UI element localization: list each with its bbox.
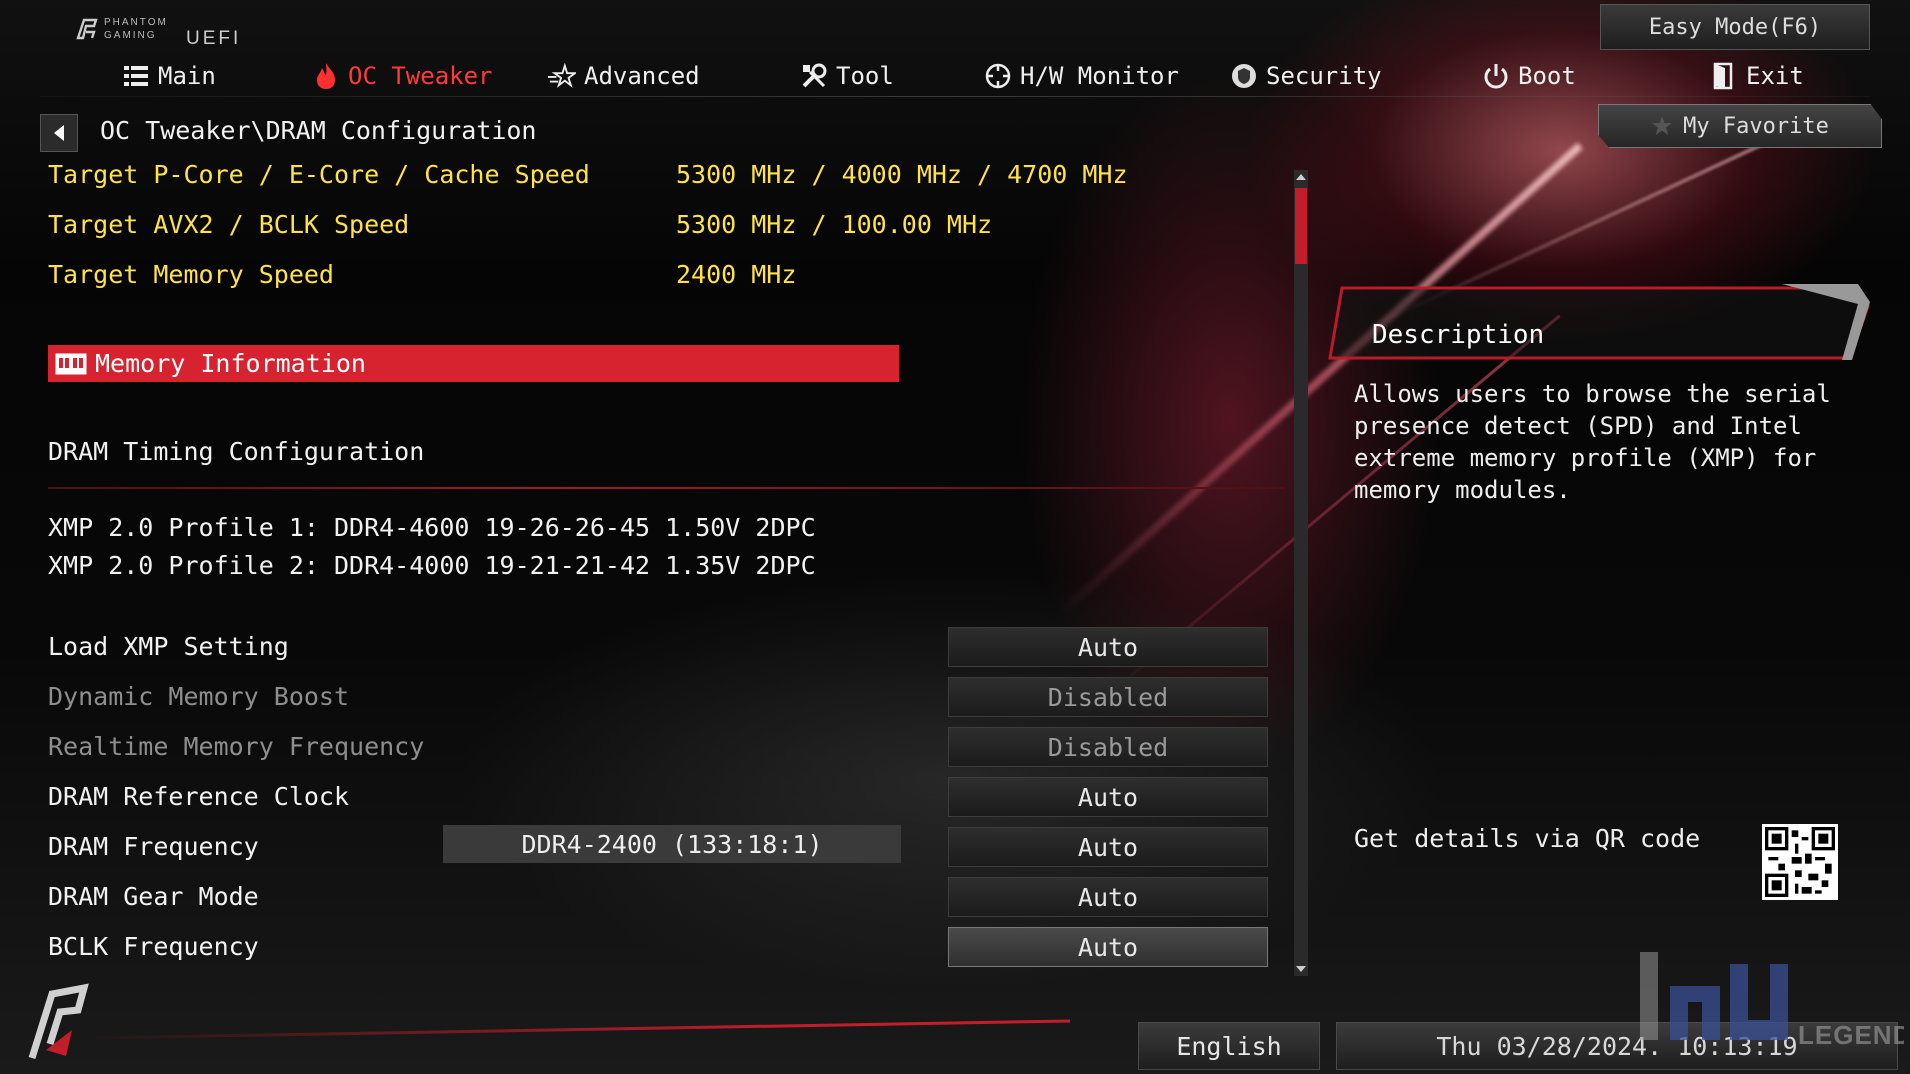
tab-divider [40, 96, 1870, 97]
crosshair-icon [984, 62, 1012, 90]
tab-label: Exit [1746, 62, 1804, 90]
load-xmp-setting-dropdown[interactable]: Auto [948, 627, 1268, 667]
star-icon [1652, 116, 1673, 135]
qr-code [1762, 824, 1838, 900]
memory-information-label: Memory Information [95, 349, 366, 378]
scroll-up-arrow-icon[interactable] [1294, 170, 1308, 184]
tab-label: Advanced [584, 62, 700, 90]
realtime-memory-frequency-dropdown[interactable]: Disabled [948, 727, 1268, 767]
tab-exit[interactable]: Exit [1710, 54, 1804, 98]
breadcrumb: OC Tweaker\DRAM Configuration [100, 116, 537, 145]
tab-label: Tool [836, 62, 894, 90]
bclk-frequency-dropdown[interactable]: Auto [948, 927, 1268, 967]
qr-code-caption: Get details via QR code [1354, 824, 1701, 853]
setting-label: DRAM Gear Mode [48, 882, 259, 911]
accent-line [90, 1019, 1070, 1040]
xmp-profile-1: XMP 2.0 Profile 1: DDR4-4600 19-26-26-45… [48, 513, 816, 542]
dram-frequency-info: DDR4-2400 (133:18:1) [443, 825, 901, 863]
date-time-display: Thu 03/28/2024. 10:13:19 [1336, 1022, 1898, 1070]
tab-hw-monitor[interactable]: H/W Monitor [984, 54, 1179, 98]
tab-advanced[interactable]: Advanced [548, 54, 700, 98]
setting-label: DRAM Frequency [48, 832, 259, 861]
description-title: Description [1372, 320, 1545, 350]
my-favorite-label: My Favorite [1683, 113, 1829, 139]
main-tabs: Main OC Tweaker Advanced Tool H/W Monito… [0, 54, 1910, 98]
setting-label: Realtime Memory Frequency [48, 732, 425, 761]
brand-line1: PHANTOM [104, 17, 168, 28]
tab-tool[interactable]: Tool [800, 54, 894, 98]
dram-timing-configuration-item[interactable]: DRAM Timing Configuration [48, 437, 424, 466]
target-value: 2400 MHz [676, 260, 797, 289]
list-icon [122, 62, 150, 90]
tab-label: OC Tweaker [348, 62, 493, 90]
phantom-gaming-logo-icon [76, 18, 98, 40]
back-arrow-icon [54, 125, 64, 141]
tab-label: Main [158, 62, 216, 90]
target-value: 5300 MHz / 100.00 MHz [676, 210, 993, 239]
phantom-gaming-logo: PHANTOM GAMING UEFI [74, 14, 254, 49]
brand-line2: GAMING [104, 30, 157, 41]
flame-icon [312, 62, 340, 90]
uefi-label: UEFI [186, 28, 242, 49]
tools-icon [800, 62, 828, 90]
section-divider [48, 487, 1285, 489]
language-button[interactable]: English [1138, 1022, 1320, 1070]
dram-frequency-dropdown[interactable]: Auto [948, 827, 1268, 867]
setting-label: BCLK Frequency [48, 932, 259, 961]
setting-label: DRAM Reference Clock [48, 782, 350, 811]
memory-information-item[interactable]: Memory Information [48, 345, 899, 382]
phantom-gaming-emblem-icon [28, 983, 89, 1060]
dynamic-memory-boost-dropdown[interactable]: Disabled [948, 677, 1268, 717]
tab-oc-tweaker[interactable]: OC Tweaker [312, 54, 493, 98]
tab-main[interactable]: Main [122, 54, 216, 98]
scrollbar[interactable] [1294, 170, 1308, 976]
tab-label: Boot [1518, 62, 1576, 90]
target-label: Target P-Core / E-Core / Cache Speed [48, 160, 590, 189]
back-button[interactable] [40, 114, 78, 152]
exit-door-icon [1710, 62, 1738, 90]
my-favorite-button[interactable]: My Favorite [1598, 104, 1882, 148]
easy-mode-button[interactable]: Easy Mode(F6) [1600, 4, 1870, 50]
target-label: Target Memory Speed [48, 260, 334, 289]
setting-label: Dynamic Memory Boost [48, 682, 350, 711]
tab-security[interactable]: Security [1230, 54, 1382, 98]
target-value: 5300 MHz / 4000 MHz / 4700 MHz [676, 160, 1128, 189]
qr-code-icon [1765, 827, 1835, 897]
description-body: Allows users to browse the serial presen… [1354, 380, 1831, 504]
scroll-down-arrow-icon[interactable] [1294, 962, 1308, 976]
star-icon [548, 62, 576, 90]
dram-reference-clock-dropdown[interactable]: Auto [948, 777, 1268, 817]
tab-boot[interactable]: Boot [1482, 54, 1576, 98]
tab-label: H/W Monitor [1020, 62, 1179, 90]
setting-label: Load XMP Setting [48, 632, 289, 661]
power-icon [1482, 62, 1510, 90]
dram-gear-mode-dropdown[interactable]: Auto [948, 877, 1268, 917]
date-time-text: Thu 03/28/2024. 10:13:19 [1436, 1031, 1798, 1061]
memory-module-icon [55, 352, 87, 376]
scroll-thumb[interactable] [1295, 188, 1307, 264]
xmp-profile-2: XMP 2.0 Profile 2: DDR4-4000 19-21-21-42… [48, 551, 816, 580]
target-label: Target AVX2 / BCLK Speed [48, 210, 410, 239]
shield-icon [1230, 62, 1258, 90]
tab-label: Security [1266, 62, 1382, 90]
